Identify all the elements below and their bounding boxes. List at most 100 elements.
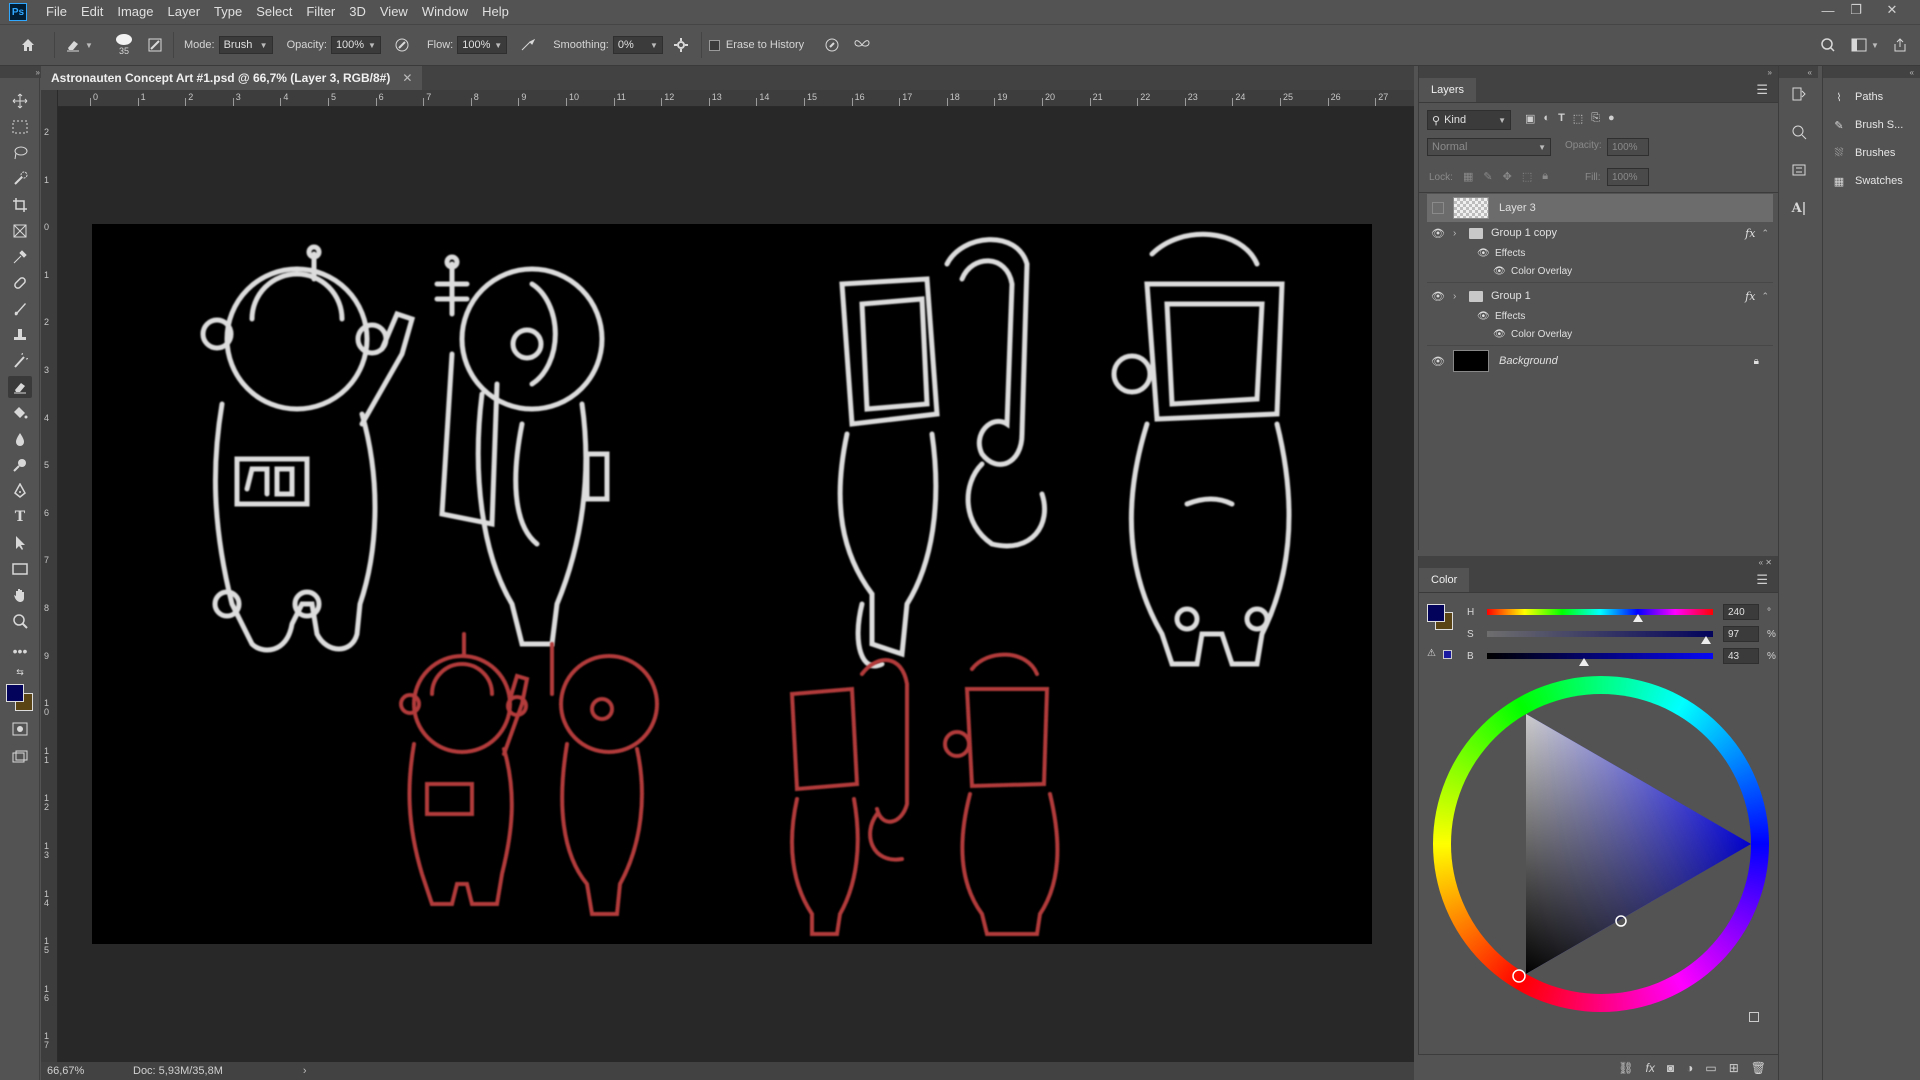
lasso-tool-icon[interactable] (8, 142, 32, 164)
restore-icon[interactable]: ❐ (1842, 0, 1870, 20)
eye-icon[interactable]: 👁︎ (1427, 227, 1449, 240)
layer-effect-color-overlay-row[interactable]: 👁︎ Color Overlay (1427, 325, 1773, 343)
history-brush-tool-icon[interactable] (8, 350, 32, 372)
fill-field[interactable]: 100% (1607, 168, 1649, 186)
paint-bucket-tool-icon[interactable] (8, 402, 32, 424)
lock-position-icon[interactable]: ✥ (1503, 170, 1512, 183)
paths-panel-button[interactable]: ⌇ Paths (1831, 86, 1883, 108)
layer-row-background[interactable]: 👁︎ Background 🔒︎ (1427, 348, 1773, 374)
delete-layer-icon[interactable]: 🗑︎ (1751, 1061, 1766, 1075)
canvas[interactable] (92, 224, 1372, 944)
add-mask-icon[interactable]: ◙ (1667, 1061, 1674, 1075)
minimize-icon[interactable]: — (1814, 0, 1842, 20)
properties-panel-icon[interactable] (1787, 158, 1811, 182)
filter-adjustment-icon[interactable]: ◐ (1543, 112, 1550, 125)
eye-icon[interactable]: 👁︎ (1493, 266, 1507, 277)
pen-tool-icon[interactable] (8, 480, 32, 502)
filter-pixel-icon[interactable]: ▣ (1525, 112, 1535, 125)
brush-tool-icon[interactable] (8, 298, 32, 320)
smoothing-settings-gear-icon[interactable] (667, 34, 695, 56)
tab-layers[interactable]: Layers (1419, 78, 1477, 102)
layer-opacity-field[interactable]: 100% (1607, 138, 1649, 156)
home-icon[interactable] (8, 34, 48, 56)
smoothing-field[interactable]: 0% ▼ (612, 36, 663, 54)
more-tools-icon[interactable]: ••• (8, 640, 32, 662)
resize-corner-icon[interactable] (1749, 1012, 1759, 1022)
chevron-up-icon[interactable]: ⌃ (1761, 228, 1769, 239)
eye-icon[interactable]: 👁︎ (1477, 311, 1491, 322)
photoshop-logo-icon[interactable]: Ps (9, 3, 27, 21)
swatches-panel-button[interactable]: ▦ Swatches (1831, 170, 1903, 192)
search-icon[interactable] (1816, 34, 1840, 56)
link-layers-icon[interactable]: ⛓︎ (1618, 1061, 1633, 1075)
brightness-slider-thumb[interactable] (1579, 658, 1590, 666)
strip-collapse-icon[interactable]: « (1779, 66, 1818, 78)
tab-color[interactable]: Color (1419, 568, 1470, 592)
vertical-ruler[interactable]: 2101234567891 01 11 21 31 41 51 61 7 (41, 90, 58, 1070)
menu-view[interactable]: View (373, 0, 415, 24)
screen-mode-icon[interactable] (8, 746, 32, 768)
menu-3d[interactable]: 3D (342, 0, 373, 24)
collapsed-panels-expand-icon[interactable]: « (1823, 66, 1920, 78)
swap-colors-icon[interactable]: ⇆ (8, 666, 32, 678)
menu-filter[interactable]: Filter (299, 0, 342, 24)
menu-window[interactable]: Window (415, 0, 475, 24)
zoom-tool-icon[interactable] (8, 610, 32, 632)
workspace-switcher-icon[interactable]: ▼ (1848, 34, 1882, 56)
blend-mode-select[interactable]: Normal ▼ (1427, 138, 1551, 156)
quick-selection-tool-icon[interactable] (8, 168, 32, 190)
filter-toggle-icon[interactable]: ● (1608, 112, 1615, 125)
lock-image-icon[interactable]: ✎ (1483, 170, 1492, 183)
crop-tool-icon[interactable] (8, 194, 32, 216)
panel-collapse-icon[interactable]: » (1419, 66, 1778, 78)
eye-icon[interactable]: 👁︎ (1427, 355, 1449, 368)
rectangle-tool-icon[interactable] (8, 558, 32, 580)
brush-settings-icon[interactable] (143, 34, 167, 56)
lock-artboard-icon[interactable]: ⬚ (1522, 170, 1532, 183)
saturation-slider-thumb[interactable] (1701, 636, 1712, 644)
tab-close-icon[interactable]: ✕ (402, 71, 412, 85)
menu-file[interactable]: File (39, 0, 74, 24)
share-icon[interactable] (1888, 34, 1912, 56)
navigator-panel-icon[interactable] (1787, 120, 1811, 144)
brushes-panel-button[interactable]: ⛆ Brushes (1831, 142, 1896, 164)
layer-row-group-1[interactable]: 👁︎ › Group 1 fx ⌃ (1427, 285, 1773, 307)
filter-smart-object-icon[interactable]: ⎘ (1591, 112, 1600, 125)
move-tool-icon[interactable] (8, 90, 32, 112)
eye-icon[interactable]: 👁︎ (1427, 290, 1449, 303)
menu-image[interactable]: Image (110, 0, 160, 24)
saturation-slider[interactable] (1487, 631, 1713, 637)
mode-select[interactable]: Brush ▼ (218, 36, 273, 54)
hue-slider-thumb[interactable] (1632, 614, 1643, 622)
visibility-off-box[interactable] (1427, 202, 1449, 214)
flow-field[interactable]: 100% ▼ (457, 36, 508, 54)
healing-brush-tool-icon[interactable] (8, 272, 32, 294)
erase-to-history-checkbox[interactable] (708, 34, 722, 56)
chevron-right-icon[interactable]: › (1453, 291, 1463, 302)
eye-icon[interactable]: 👁︎ (1493, 329, 1507, 340)
layer-effects-row[interactable]: 👁︎ Effects (1427, 307, 1773, 325)
type-tool-icon[interactable]: T (8, 506, 32, 528)
hue-value[interactable]: 240 (1723, 604, 1759, 620)
color-wheel[interactable] (1431, 674, 1771, 1014)
brush-preset-picker[interactable]: 35 (105, 34, 143, 56)
zoom-level[interactable]: 66,67% (47, 1065, 103, 1077)
new-layer-icon[interactable]: ⊞ (1729, 1061, 1739, 1075)
eraser-tool-preset-icon[interactable]: ▼ (61, 34, 97, 56)
dodge-tool-icon[interactable] (8, 454, 32, 476)
lock-icon[interactable]: 🔒︎ (1754, 356, 1759, 367)
path-selection-tool-icon[interactable] (8, 532, 32, 554)
eye-icon[interactable]: 👁︎ (1477, 248, 1491, 259)
airbrush-icon[interactable] (513, 34, 543, 56)
panel-collapse-icon[interactable]: « ✕ (1419, 556, 1778, 568)
hue-slider[interactable] (1487, 609, 1713, 615)
fx-icon[interactable]: fx (1745, 227, 1755, 240)
opacity-field[interactable]: 100% ▼ (330, 36, 381, 54)
quick-mask-icon[interactable] (8, 718, 32, 740)
eyedropper-tool-icon[interactable] (8, 246, 32, 268)
close-icon[interactable]: ✕ (1878, 0, 1906, 20)
brightness-slider[interactable] (1487, 653, 1713, 659)
layer-effects-row[interactable]: 👁︎ Effects (1427, 244, 1773, 262)
color-panel-foreground-swatch[interactable] (1427, 604, 1445, 622)
menu-help[interactable]: Help (475, 0, 516, 24)
